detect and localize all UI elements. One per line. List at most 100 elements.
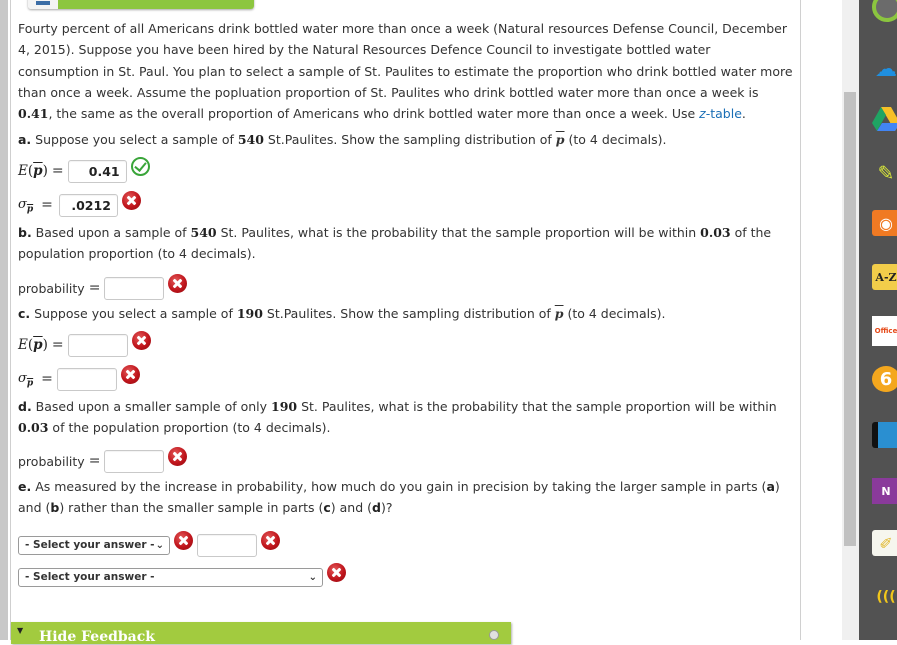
ebook-label: eBook: [58, 0, 254, 9]
incorrect-x-icon: [168, 446, 188, 466]
part-c-letter: c.: [18, 306, 31, 322]
onenote-icon[interactable]: N: [872, 478, 897, 504]
equals-sign: =: [51, 337, 64, 354]
part-b-probability-row: probability =: [18, 273, 793, 301]
part-d-sample-size: 190: [271, 399, 298, 415]
expected-value-label: E(p): [18, 337, 48, 354]
part-e-select-1[interactable]: - Select your answer - ⌄: [18, 535, 170, 555]
part-e-text: As measured by the increase in probabili…: [31, 479, 767, 495]
ebook-icon: [28, 0, 58, 9]
part-a-letter: a.: [18, 132, 32, 148]
part-a-text: Suppose you select a sample of: [31, 132, 238, 148]
part-e-text-3: ) rather than the smaller sample in part…: [59, 500, 324, 516]
part-e-letter: e.: [18, 479, 32, 495]
incorrect-x-icon: [174, 530, 193, 550]
pen-highlighter-icon[interactable]: ✎: [872, 160, 897, 186]
part-c-expected-value-input[interactable]: [67, 333, 128, 357]
equals-sign: =: [41, 197, 53, 214]
part-d-text-2: St. Paulites, what is the probability th…: [297, 399, 777, 415]
content-right-divider: [800, 0, 801, 640]
probability-label: probability: [18, 453, 85, 469]
select-1-value: - Select your answer -: [25, 539, 155, 552]
google-drive-icon[interactable]: [872, 106, 897, 132]
part-d-letter: d.: [18, 399, 32, 415]
part-a-text-2: St.Paulites. Show the sampling distribut…: [263, 132, 556, 148]
part-e-answer-row-2: - Select your answer - ⌄: [18, 562, 793, 590]
part-d-text-3: of the population proportion (to 4 decim…: [48, 420, 331, 436]
part-e-select-2[interactable]: - Select your answer - ⌄: [18, 567, 323, 587]
part-b-letter: b.: [18, 225, 32, 241]
part-d-margin: 0.03: [18, 420, 49, 436]
ref-a: a: [766, 479, 775, 495]
part-e-text-4: ) and (: [330, 500, 372, 516]
part-a-expected-value-input[interactable]: [67, 159, 127, 183]
part-b-question: b. Based upon a sample of 540 St. Paulit…: [18, 222, 793, 264]
part-c-std-error-input[interactable]: [56, 367, 117, 391]
profile-avatar-icon[interactable]: [872, 0, 897, 22]
book-icon[interactable]: [872, 422, 897, 448]
p-bar-symbol: p: [555, 132, 565, 148]
part-b-text-2: St. Paulites, what is the probability th…: [216, 225, 701, 241]
hide-feedback-toggle[interactable]: ▼ Hide Feedback: [11, 622, 511, 645]
expected-value-label: E(p): [18, 163, 48, 180]
probability-label: probability: [18, 280, 85, 296]
incorrect-x-icon: [327, 562, 346, 582]
part-d-probability-input[interactable]: [104, 449, 165, 473]
population-proportion-value: 0.41: [18, 106, 49, 122]
part-e-question: e. As measured by the increase in probab…: [18, 476, 793, 518]
chevron-down-icon: ⌄: [308, 571, 317, 583]
intro-text-2: , the same as the overall proportion of …: [48, 106, 700, 122]
rss-icon[interactable]: ◉: [872, 210, 897, 236]
incorrect-x-icon: [120, 364, 140, 384]
std-error-label: σp: [18, 196, 34, 215]
dictionary-az-icon[interactable]: A-Z: [872, 264, 897, 290]
part-c-expected-row: E(p) =: [18, 330, 793, 358]
scrollbar-thumb[interactable]: [844, 92, 856, 546]
std-error-label: σp: [18, 370, 34, 389]
incorrect-x-icon: [168, 273, 188, 293]
equals-sign: =: [51, 163, 64, 180]
ref-c: c: [323, 500, 331, 516]
equals-sign: =: [88, 280, 101, 297]
select-2-value: - Select your answer -: [25, 571, 155, 584]
part-e-answer-row: - Select your answer - ⌄: [18, 530, 793, 558]
office-icon[interactable]: Office: [872, 316, 897, 346]
ebook-button[interactable]: eBook: [28, 0, 254, 9]
problem-content: Fourty percent of all Americans drink bo…: [18, 18, 793, 590]
part-d-text: Based upon a smaller sample of only: [31, 399, 272, 415]
part-b-probability-input[interactable]: [104, 276, 165, 300]
part-b-margin: 0.03: [700, 225, 731, 241]
hide-feedback-label: Hide Feedback: [39, 629, 155, 645]
part-d-question: d. Based upon a smaller sample of only 1…: [18, 396, 793, 438]
part-a-sample-size: 540: [237, 132, 264, 148]
chevron-down-icon: ⌄: [155, 539, 164, 551]
equals-sign: =: [41, 371, 53, 388]
part-c-sample-size: 190: [236, 306, 263, 322]
read-aloud-icon[interactable]: (((: [872, 584, 897, 610]
edit-icon: [489, 630, 499, 640]
part-c-std-error-row: σp =: [18, 364, 793, 392]
part-c-text: Suppose you select a sample of: [30, 306, 237, 322]
six-icon[interactable]: 6: [872, 366, 897, 392]
incorrect-x-icon: [121, 190, 141, 210]
ref-b: b: [50, 500, 60, 516]
part-a-std-error-row: σp =: [18, 190, 793, 218]
extension-sidebar: ☁ ✎ ◉ A-Z Office 6 N ✐ (((: [859, 0, 897, 640]
part-d-probability-row: probability =: [18, 446, 793, 474]
part-a-question: a. Suppose you select a sample of 540 St…: [18, 129, 793, 150]
onedrive-icon[interactable]: ☁: [872, 56, 897, 82]
vertical-scrollbar[interactable]: [842, 0, 859, 640]
equals-sign: =: [88, 453, 101, 470]
part-a-expected-row: E(p) =: [18, 156, 793, 184]
part-b-text: Based upon a sample of: [31, 225, 191, 241]
part-a-std-error-input[interactable]: [58, 193, 118, 217]
incorrect-x-icon: [261, 530, 280, 550]
triangle-down-icon: ▼: [17, 626, 24, 635]
notes-highlighter-icon[interactable]: ✐: [872, 530, 897, 556]
ref-d: d: [372, 500, 381, 516]
part-b-sample-size: 540: [190, 225, 217, 241]
part-e-gain-input[interactable]: [197, 533, 257, 557]
part-c-question: c. Suppose you select a sample of 190 St…: [18, 303, 793, 324]
z-table-link[interactable]: z-table: [699, 106, 742, 121]
intro-text: Fourty percent of all Americans drink bo…: [18, 21, 793, 100]
